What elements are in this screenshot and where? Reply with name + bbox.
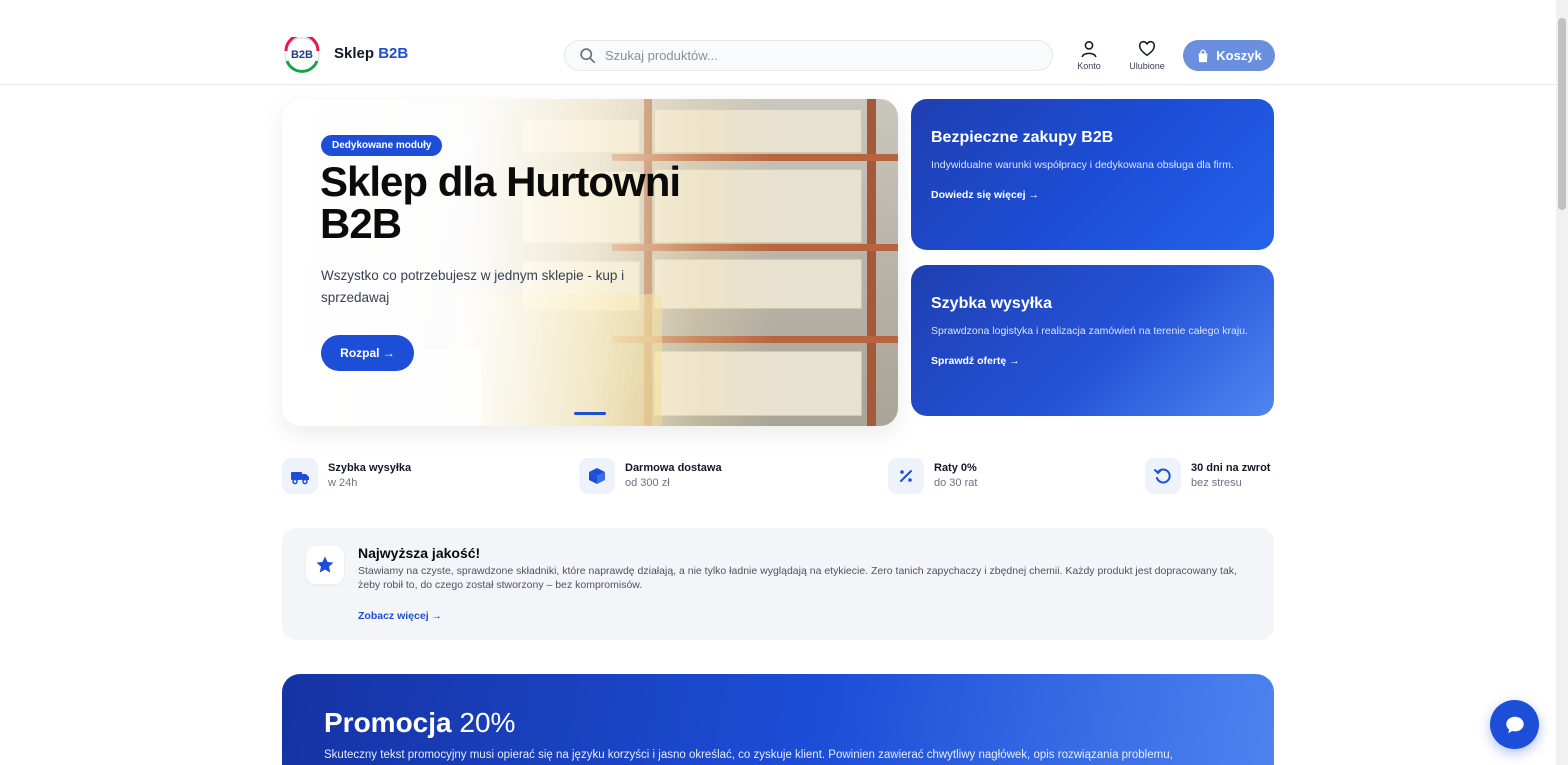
feature-installments: Raty 0% do 30 rat <box>888 458 977 494</box>
svg-text:B2B: B2B <box>291 49 313 61</box>
side-card-link[interactable]: Dowiedz się więcej → <box>931 189 1254 201</box>
side-card-text: Indywidualne warunki współpracy i dedyko… <box>931 159 1234 171</box>
favorites-button[interactable]: Ulubione <box>1122 40 1172 71</box>
feature-title: Raty 0% <box>934 462 977 474</box>
feature-subtitle: w 24h <box>328 477 358 489</box>
search-icon <box>580 48 596 64</box>
brand-logo[interactable]: B2B <box>282 37 322 73</box>
percent-icon <box>900 470 912 482</box>
side-card-link[interactable]: Sprawdź ofertę → <box>931 355 1254 367</box>
feature-fast-shipping: Szybka wysyłka w 24h <box>282 458 411 494</box>
cart-button[interactable]: Koszyk <box>1183 40 1275 71</box>
site-header: B2B Sklep B2B Konto Ulubione Koszyk <box>0 0 1556 85</box>
side-card-title: Szybka wysyłka <box>931 295 1052 312</box>
account-label: Konto <box>1077 61 1101 71</box>
feature-subtitle: do 30 rat <box>934 477 978 489</box>
feature-free-delivery: Darmowa dostawa od 300 zł <box>579 458 722 494</box>
promo-text: Skuteczny tekst promocyjny musi opierać … <box>324 749 1173 761</box>
shopping-bag-icon <box>1198 49 1208 62</box>
user-icon <box>1081 41 1097 58</box>
hero-cta-button[interactable]: Rozpal → <box>321 335 414 371</box>
carousel-indicator[interactable] <box>574 412 606 415</box>
box-icon <box>589 468 605 484</box>
side-card-title: Bezpieczne zakupy B2B <box>931 129 1114 146</box>
feature-title: 30 dni na zwrot <box>1191 462 1271 474</box>
side-card-shipping[interactable]: Szybka wysyłka Sprawdzona logistyka i re… <box>911 265 1274 416</box>
promo-banner: Promocja 20% Skuteczny tekst promocyjny … <box>282 674 1274 765</box>
chat-bubble-icon <box>1505 716 1524 733</box>
side-card-text: Sprawdzona logistyka i realizacja zamówi… <box>931 325 1248 337</box>
heart-icon <box>1138 40 1156 57</box>
return-icon <box>1154 468 1171 484</box>
hero-subtitle: Wszystko co potrzebujesz w jednym sklepi… <box>321 268 625 305</box>
feature-subtitle: bez stresu <box>1191 477 1242 489</box>
scrollbar-thumb[interactable] <box>1558 18 1566 210</box>
quality-title: Najwyższa jakość! <box>358 545 481 561</box>
cart-label: Koszyk <box>1216 48 1262 63</box>
promo-title: Promocja 20% <box>324 707 515 739</box>
quality-section: Najwyższa jakość! Stawiamy na czyste, sp… <box>282 528 1274 640</box>
quality-text: Stawiamy na czyste, sprawdzone składniki… <box>358 565 1237 591</box>
brand-name[interactable]: Sklep B2B <box>334 45 408 62</box>
hero-banner[interactable]: Dedykowane moduły Sklep dla Hurtowni B2B… <box>282 99 898 426</box>
hero-title: Sklep dla Hurtowni B2B <box>320 158 681 247</box>
truck-icon <box>291 472 309 485</box>
feature-title: Darmowa dostawa <box>625 462 722 474</box>
feature-title: Szybka wysyłka <box>328 462 412 474</box>
side-card-secure[interactable]: Bezpieczne zakupy B2B Indywidualne warun… <box>911 99 1274 250</box>
search-input[interactable] <box>605 48 1025 63</box>
favorites-label: Ulubione <box>1129 61 1165 71</box>
quality-link[interactable]: Zobacz więcej → <box>358 610 442 622</box>
feature-returns: 30 dni na zwrot bez stresu <box>1145 458 1270 494</box>
brand-suffix: B2B <box>378 45 409 62</box>
search-bar[interactable] <box>564 40 1053 71</box>
page-scrollbar[interactable] <box>1556 0 1568 765</box>
promo-percent: 20% <box>459 707 516 738</box>
brand-prefix: Sklep <box>334 45 375 62</box>
feature-subtitle: od 300 zł <box>625 477 670 489</box>
hero-badge: Dedykowane moduły <box>321 135 443 156</box>
account-button[interactable]: Konto <box>1064 40 1114 71</box>
star-icon <box>316 556 334 573</box>
chat-button[interactable] <box>1490 700 1539 749</box>
promo-title-text: Promocja <box>324 707 452 738</box>
